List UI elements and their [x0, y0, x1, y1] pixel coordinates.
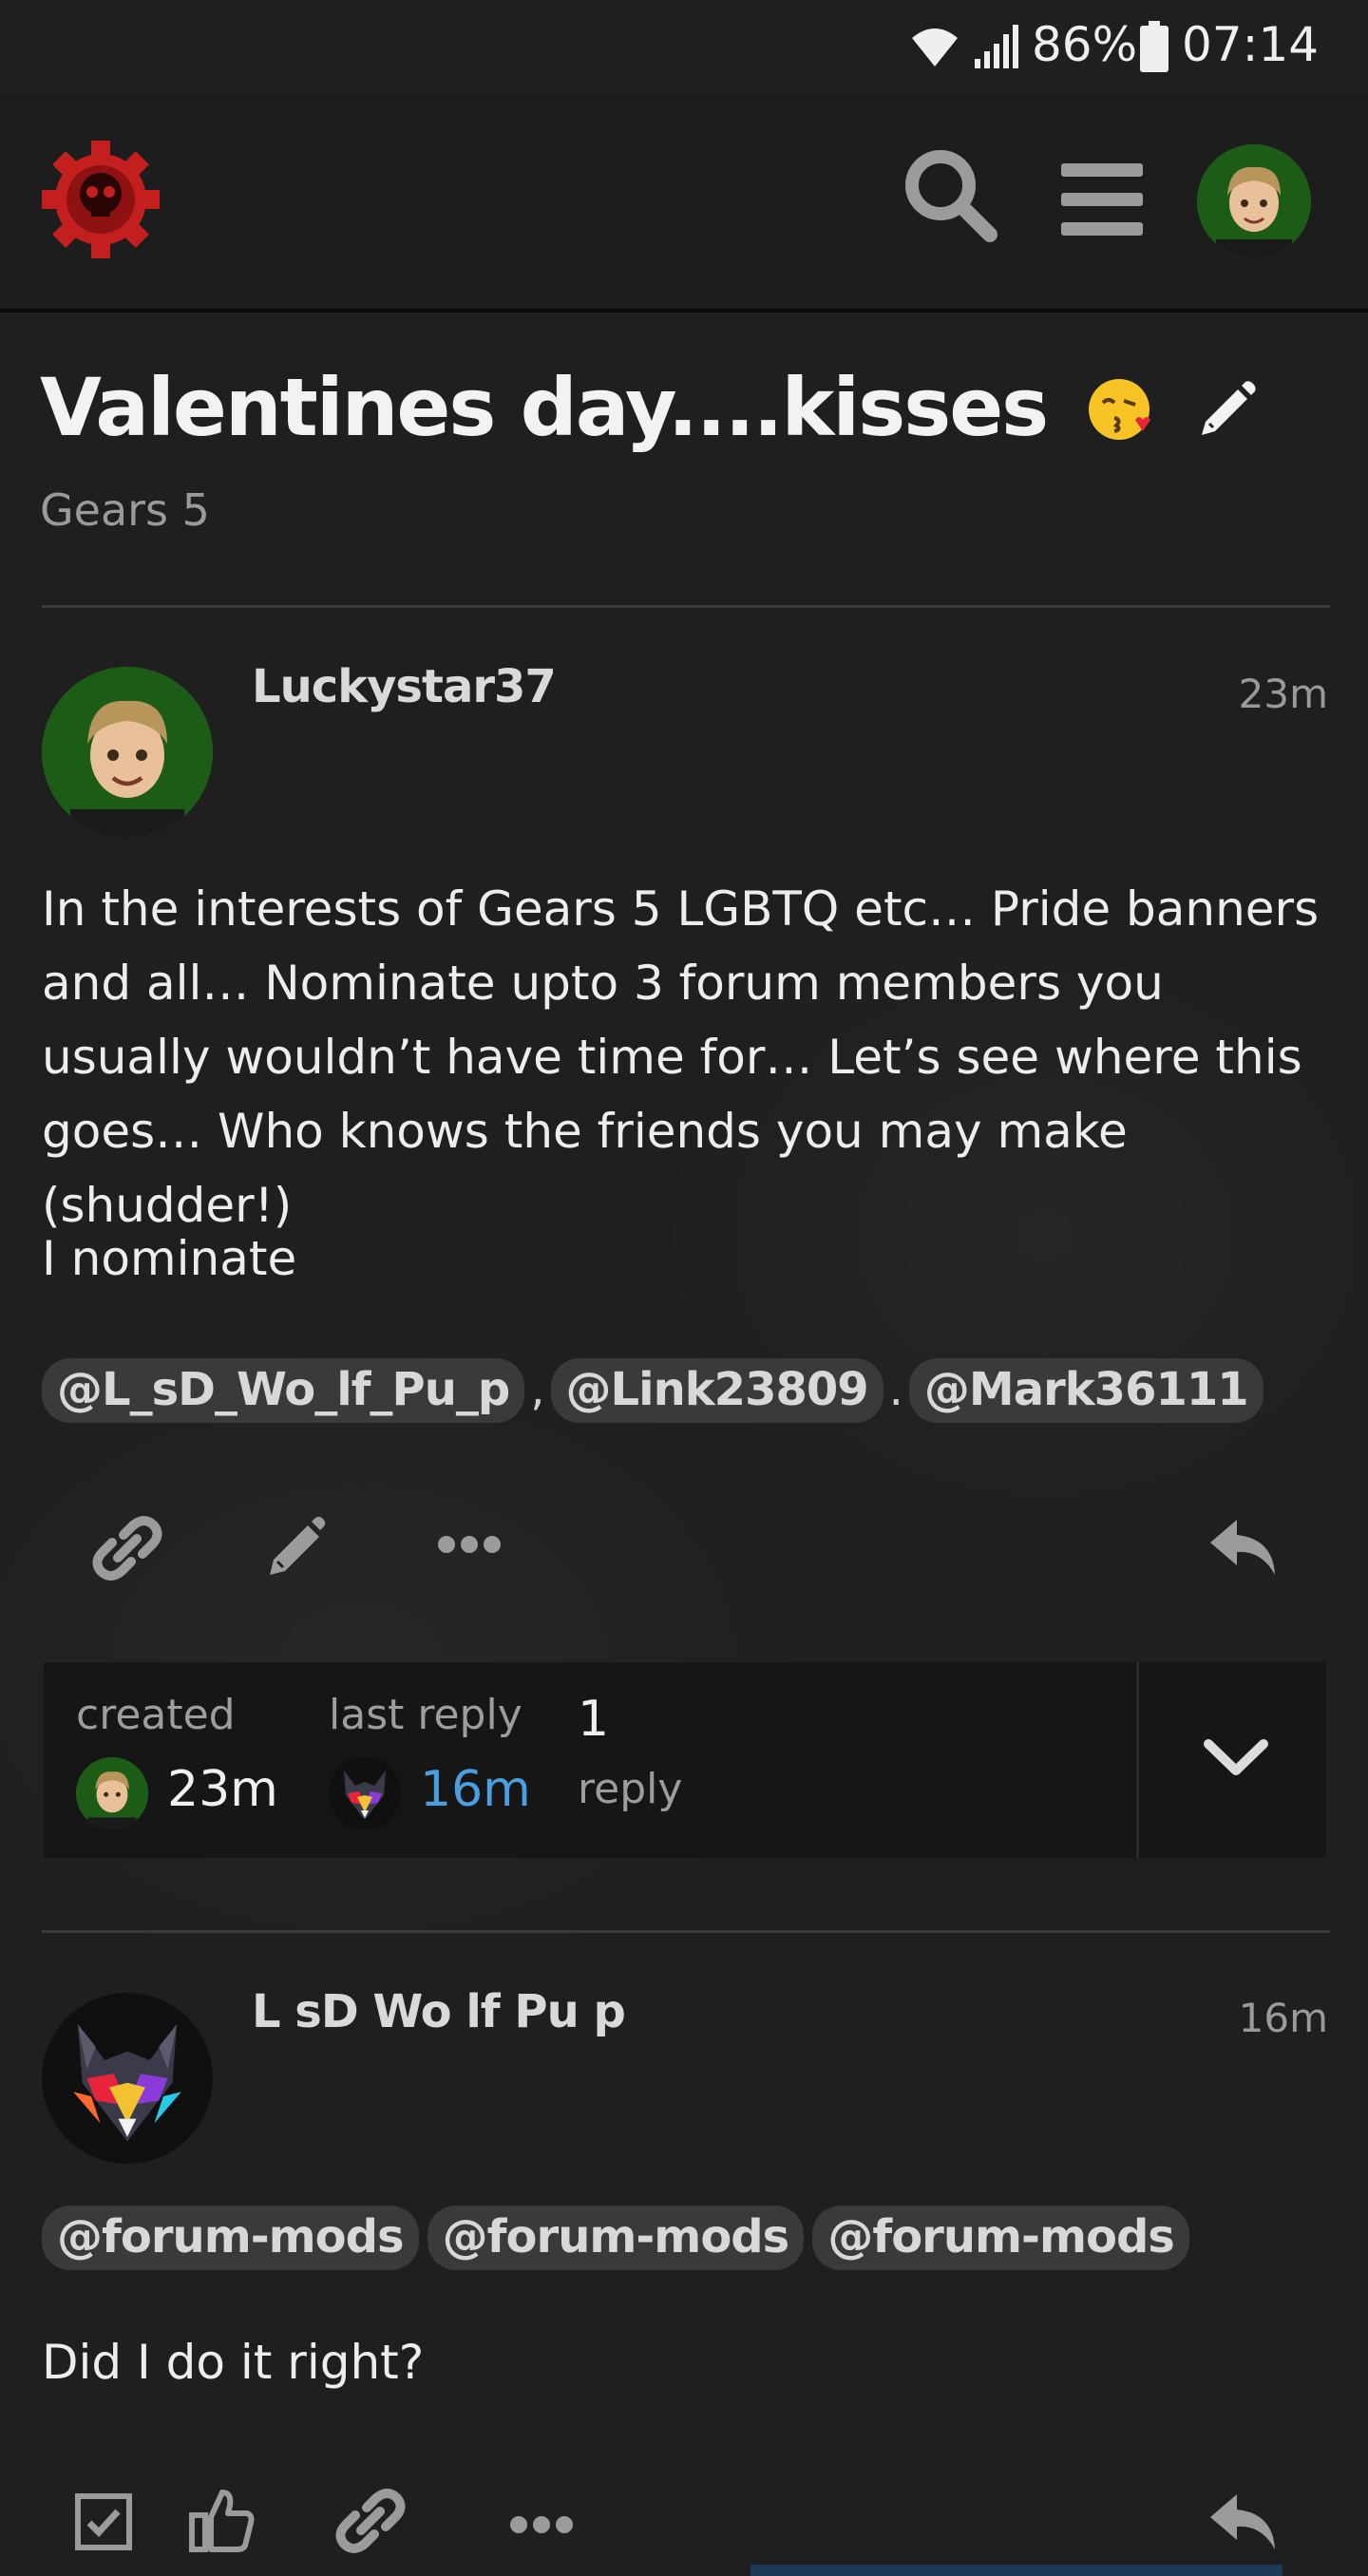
topic-title-text: Valentines day....kisses	[40, 361, 1049, 454]
mention-separator: .	[888, 1363, 903, 1416]
chevron-down-icon[interactable]	[1203, 1736, 1269, 1780]
last-reply-label: last reply	[329, 1691, 522, 1739]
battery-percent: 86%	[1032, 17, 1138, 72]
like-thumb-icon[interactable]	[188, 2487, 255, 2553]
scroll-progress-bar	[750, 2565, 1282, 2576]
mention-link[interactable]: @forum-mods	[427, 2206, 805, 2270]
clock: 07:14	[1182, 17, 1320, 72]
edit-post-icon[interactable]	[264, 1512, 332, 1581]
share-link-icon[interactable]	[91, 1512, 163, 1584]
mention-link[interactable]: @Mark36111	[908, 1358, 1264, 1423]
wifi-icon	[912, 28, 958, 66]
site-header	[0, 95, 1368, 313]
created-avatar[interactable]	[76, 1757, 148, 1829]
more-options-icon[interactable]	[509, 2513, 574, 2536]
gears-skull-cog-icon[interactable]	[38, 137, 163, 262]
hamburger-menu-icon[interactable]	[1059, 161, 1145, 237]
kissing-face-icon	[1089, 379, 1151, 440]
post-avatar[interactable]	[42, 1993, 213, 2164]
post-body-paragraph: I nominate	[42, 1231, 297, 1286]
mention-link[interactable]: @Link23809	[550, 1358, 884, 1423]
topic-map-divider	[1136, 1662, 1139, 1858]
mention-separator: ,	[530, 1363, 545, 1416]
reply-icon[interactable]	[1208, 2491, 1279, 2553]
mention-row: @forum-mods @forum-mods @forum-mods	[42, 2206, 1189, 2270]
post-username[interactable]: L sD Wo lf Pu p	[252, 1985, 626, 2038]
share-link-icon[interactable]	[334, 2485, 407, 2557]
post-body-paragraph: In the interests of Gears 5 LGBTQ etc… P…	[42, 881, 1320, 1233]
created-label: created	[76, 1691, 236, 1739]
category-label[interactable]: Gears 5	[40, 484, 210, 536]
reply-icon[interactable]	[1208, 1516, 1279, 1579]
accept-answer-checkbox-icon[interactable]	[74, 2492, 133, 2551]
last-reply-time[interactable]: 16m	[420, 1761, 531, 1818]
mention-link[interactable]: @forum-mods	[812, 2206, 1189, 2270]
created-time[interactable]: 23m	[167, 1761, 278, 1818]
post-time[interactable]: 23m	[1239, 671, 1328, 717]
mention-link[interactable]: @forum-mods	[42, 2206, 419, 2270]
topic-title: Valentines day....kisses	[40, 361, 1259, 454]
reply-label: reply	[578, 1765, 683, 1813]
post-username[interactable]: Luckystar37	[252, 660, 557, 713]
search-icon[interactable]	[902, 147, 998, 242]
post-time[interactable]: 16m	[1239, 1995, 1328, 2041]
post-divider	[42, 1930, 1330, 1933]
user-avatar[interactable]	[1197, 144, 1311, 258]
title-divider	[42, 605, 1330, 608]
reply-count: 1	[578, 1691, 610, 1748]
mention-link[interactable]: @L_sD_Wo_lf_Pu_p	[42, 1358, 525, 1423]
battery-icon	[1140, 21, 1168, 72]
edit-pencil-icon[interactable]	[1196, 378, 1259, 441]
last-reply-avatar[interactable]	[329, 1757, 401, 1829]
more-options-icon[interactable]	[437, 1533, 502, 1556]
topic-map: created 23m last reply 16m 1 reply	[44, 1662, 1326, 1858]
post-body-paragraph: Did I do it right?	[42, 2335, 425, 2390]
mention-row: @L_sD_Wo_lf_Pu_p, @Link23809. @Mark36111	[42, 1358, 1264, 1423]
post-avatar[interactable]	[42, 667, 213, 838]
signal-icon	[975, 25, 1018, 68]
status-bar: 86% 07:14	[0, 0, 1368, 95]
